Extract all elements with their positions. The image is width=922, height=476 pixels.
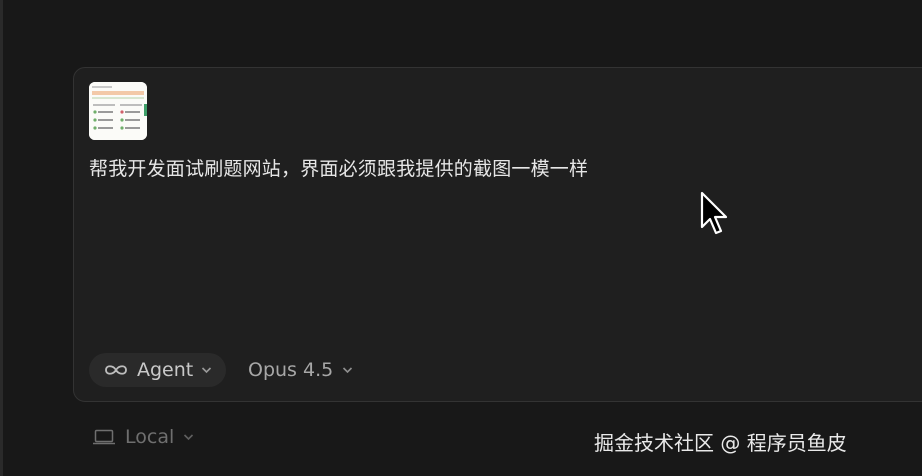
mouse-pointer-icon <box>700 191 728 235</box>
laptop-icon <box>93 429 115 445</box>
location-selector[interactable]: Local <box>92 421 194 453</box>
chevron-down-icon <box>202 367 212 374</box>
chevron-down-icon <box>184 434 194 441</box>
agent-mode-selector[interactable]: Agent <box>89 353 227 387</box>
window-left-border <box>0 0 3 476</box>
model-selector[interactable]: Opus 4.5 <box>248 353 353 387</box>
model-label: Opus 4.5 <box>248 359 334 381</box>
watermark-text: 掘金技术社区 @ 程序员鱼皮 <box>594 431 847 455</box>
chat-composer[interactable]: 帮我开发面试刷题网站，界面必须跟我提供的截图一模一样 Agent Opus 4.… <box>73 67 922 402</box>
infinity-icon <box>105 365 127 375</box>
prompt-text[interactable]: 帮我开发面试刷题网站，界面必须跟我提供的截图一模一样 <box>89 154 588 181</box>
screenshot-preview-icon <box>89 82 147 140</box>
agent-mode-label: Agent <box>137 359 194 381</box>
location-label: Local <box>125 426 175 448</box>
chevron-down-icon <box>343 367 353 374</box>
attached-screenshot-thumbnail[interactable] <box>89 82 147 140</box>
